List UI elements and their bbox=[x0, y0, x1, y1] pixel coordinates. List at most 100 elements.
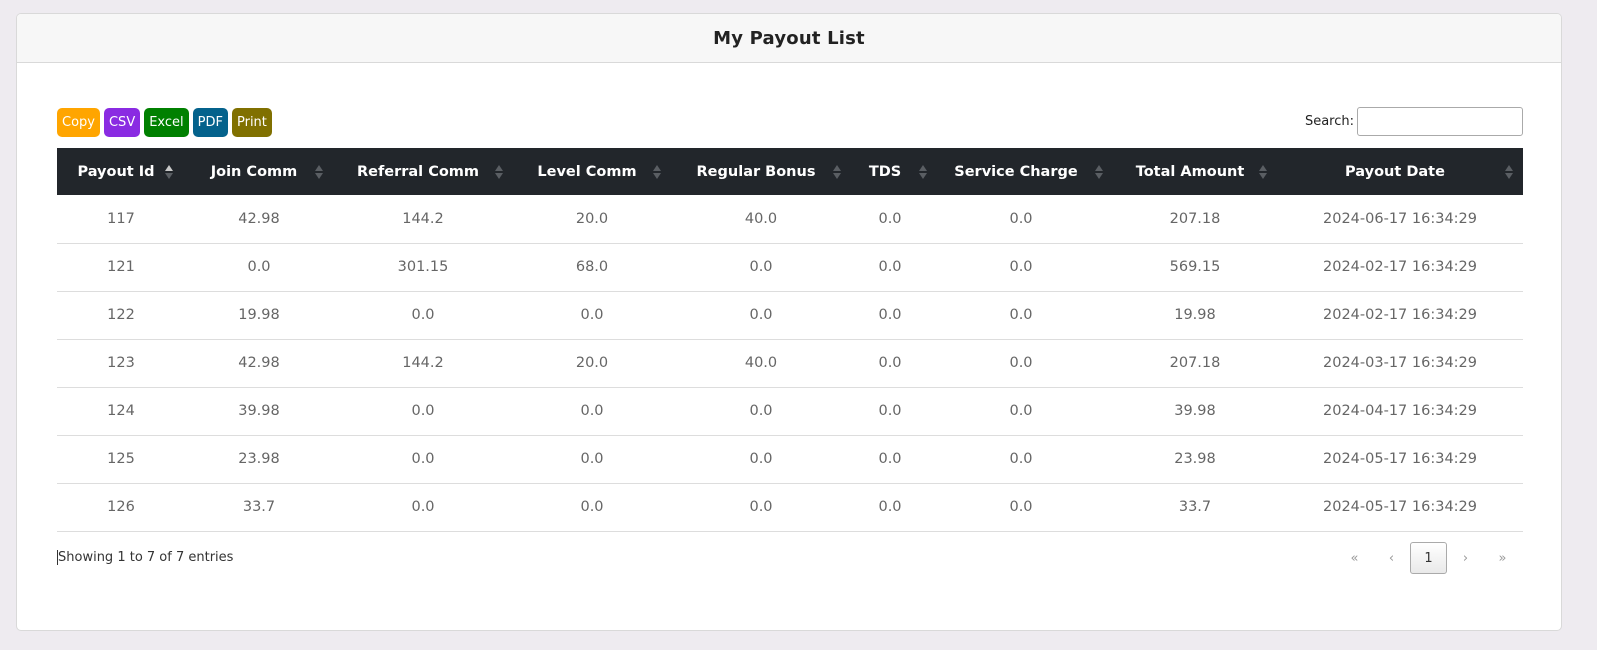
table-cell: 126 bbox=[107, 499, 135, 515]
table-row: 117 42.98 144.2 20.0 40.0 0.0 0.0 207.18 2024-06… bbox=[57, 195, 1523, 243]
table-row: 125 23.98 0.0 0.0 0.0 0.0 0.0 23.98 2024-05-17 1… bbox=[57, 435, 1523, 483]
search-area: Search: bbox=[1305, 107, 1523, 136]
table-cell: 40.0 bbox=[744, 210, 778, 227]
last-page-button[interactable]: » bbox=[1484, 542, 1521, 574]
table-cell: 2024-05-17 16:34:29 bbox=[1323, 499, 1477, 515]
table-cell: 125 bbox=[107, 451, 135, 467]
table-cell: 39.98 bbox=[1174, 403, 1216, 419]
table-cell: 0.0 bbox=[1009, 259, 1033, 275]
table-cell: 0.0 bbox=[580, 403, 604, 419]
header-row: Payout Id Join Comm Referral Comm Level Com… bbox=[57, 148, 1523, 195]
card-header: My Payout List bbox=[17, 14, 1561, 63]
print-button[interactable]: Print bbox=[231, 108, 272, 137]
column-header-referral-comm[interactable]: Referral Comm bbox=[333, 148, 513, 195]
table-cell: 0.0 bbox=[1009, 499, 1033, 515]
table-cell: 2024-04-17 16:34:29 bbox=[1323, 403, 1477, 419]
table-cell: 0.0 bbox=[411, 403, 435, 419]
table-cell: 19.98 bbox=[238, 307, 280, 323]
table-cell: 33.7 bbox=[1178, 499, 1212, 515]
table-cell: 0.0 bbox=[247, 259, 271, 275]
column-header-label: Payout Date bbox=[1345, 163, 1445, 180]
table-cell: 0.0 bbox=[580, 499, 604, 515]
table-cell: 2024-05-17 16:34:29 bbox=[1323, 451, 1477, 467]
sort-icon bbox=[315, 164, 323, 179]
table-cell: 33.7 bbox=[242, 499, 276, 515]
table-row: 124 39.98 0.0 0.0 0.0 0.0 0.0 39.98 2024-04-17 1… bbox=[57, 387, 1523, 435]
table-cell: 0.0 bbox=[580, 451, 604, 467]
column-header-tds[interactable]: TDS bbox=[851, 148, 929, 195]
column-header-label: Service Charge bbox=[954, 163, 1078, 180]
table-cell: 0.0 bbox=[580, 307, 604, 323]
page-1-button[interactable]: 1 bbox=[1410, 542, 1447, 574]
csv-button[interactable]: CSV bbox=[103, 108, 141, 137]
table-cell: 0.0 bbox=[878, 451, 902, 467]
table-cell: 123 bbox=[107, 355, 135, 371]
table-cell: 0.0 bbox=[749, 451, 773, 467]
column-header-level-comm[interactable]: Level Comm bbox=[513, 148, 671, 195]
table-row: 123 42.98 144.2 20.0 40.0 0.0 0.0 207.18 2024-03… bbox=[57, 339, 1523, 387]
table-cell: 20.0 bbox=[575, 210, 609, 227]
table-cell: 39.98 bbox=[238, 403, 280, 419]
table-row: 126 33.7 0.0 0.0 0.0 0.0 0.0 33.7 2024-05-17 16:… bbox=[57, 483, 1523, 531]
table-cell: 2024-02-17 16:34:29 bbox=[1323, 259, 1477, 275]
sort-icon bbox=[1505, 164, 1513, 179]
table-body: 117 42.98 144.2 20.0 40.0 0.0 0.0 207.18 2024-06… bbox=[57, 195, 1523, 531]
table-cell: 117 bbox=[107, 210, 135, 227]
table-cell: 2024-02-17 16:34:29 bbox=[1323, 307, 1477, 323]
table-cell: 68.0 bbox=[575, 259, 609, 275]
table-cell: 0.0 bbox=[411, 307, 435, 323]
table-cell: 19.98 bbox=[1174, 307, 1216, 323]
table-cell: 0.0 bbox=[1009, 210, 1033, 227]
column-header-label: Referral Comm bbox=[356, 163, 480, 180]
table-cell: 42.98 bbox=[238, 355, 280, 371]
table-cell: 0.0 bbox=[749, 307, 773, 323]
table-cell: 207.18 bbox=[1169, 355, 1221, 371]
table-cell: 121 bbox=[107, 259, 135, 275]
table-cell: 0.0 bbox=[878, 403, 902, 419]
column-header-label: TDS bbox=[868, 163, 902, 180]
column-header-label: Total Amount bbox=[1135, 163, 1245, 180]
pdf-button[interactable]: PDF bbox=[192, 108, 228, 137]
payout-card: My Payout List Copy CSV Excel PDF Print … bbox=[16, 13, 1562, 631]
table-header: Payout Id Join Comm Referral Comm Level Com… bbox=[57, 148, 1523, 195]
table-cell: 0.0 bbox=[749, 403, 773, 419]
table-cell: 0.0 bbox=[1009, 403, 1033, 419]
previous-page-button[interactable]: ‹ bbox=[1373, 542, 1410, 574]
sort-icon bbox=[919, 164, 927, 179]
table-row: 122 19.98 0.0 0.0 0.0 0.0 0.0 19.98 2024-02-17 1… bbox=[57, 291, 1523, 339]
pagination: « ‹ 1 › » bbox=[1336, 542, 1521, 574]
search-input[interactable] bbox=[1357, 107, 1523, 136]
first-page-button[interactable]: « bbox=[1336, 542, 1373, 574]
excel-button[interactable]: Excel bbox=[144, 108, 189, 137]
table-cell: 0.0 bbox=[1009, 307, 1033, 323]
table-cell: 301.15 bbox=[397, 259, 449, 275]
copy-button[interactable]: Copy bbox=[57, 108, 100, 137]
sort-icon bbox=[165, 164, 173, 179]
column-header-regular-bonus[interactable]: Regular Bonus bbox=[671, 148, 851, 195]
table-cell: 0.0 bbox=[878, 259, 902, 275]
column-header-label: Level Comm bbox=[537, 163, 637, 180]
table-cell: 0.0 bbox=[749, 499, 773, 515]
table-cell: 122 bbox=[107, 307, 135, 323]
column-header-total-amount[interactable]: Total Amount bbox=[1113, 148, 1277, 195]
column-header-service-charge[interactable]: Service Charge bbox=[929, 148, 1113, 195]
column-header-label: Payout Id bbox=[77, 163, 155, 180]
next-page-button[interactable]: › bbox=[1447, 542, 1484, 574]
table-cell: 569.15 bbox=[1169, 259, 1221, 275]
column-header-join-comm[interactable]: Join Comm bbox=[185, 148, 333, 195]
table-cell: 0.0 bbox=[749, 259, 773, 275]
sort-icon bbox=[833, 164, 841, 179]
table-cell: 20.0 bbox=[575, 355, 609, 371]
search-label: Search: bbox=[1304, 114, 1354, 129]
table-cell: 40.0 bbox=[744, 355, 778, 371]
table-cell: 23.98 bbox=[238, 451, 280, 467]
sort-icon bbox=[653, 164, 661, 179]
table-cell: 207.18 bbox=[1169, 210, 1221, 227]
sort-icon bbox=[495, 164, 503, 179]
sort-icon bbox=[1259, 164, 1267, 179]
table-cell: 0.0 bbox=[878, 355, 902, 371]
column-header-label: Join Comm bbox=[210, 163, 298, 180]
table-cell: 144.2 bbox=[402, 355, 444, 371]
column-header-payout-date[interactable]: Payout Date bbox=[1277, 148, 1523, 195]
column-header-payout-id[interactable]: Payout Id bbox=[57, 148, 185, 195]
